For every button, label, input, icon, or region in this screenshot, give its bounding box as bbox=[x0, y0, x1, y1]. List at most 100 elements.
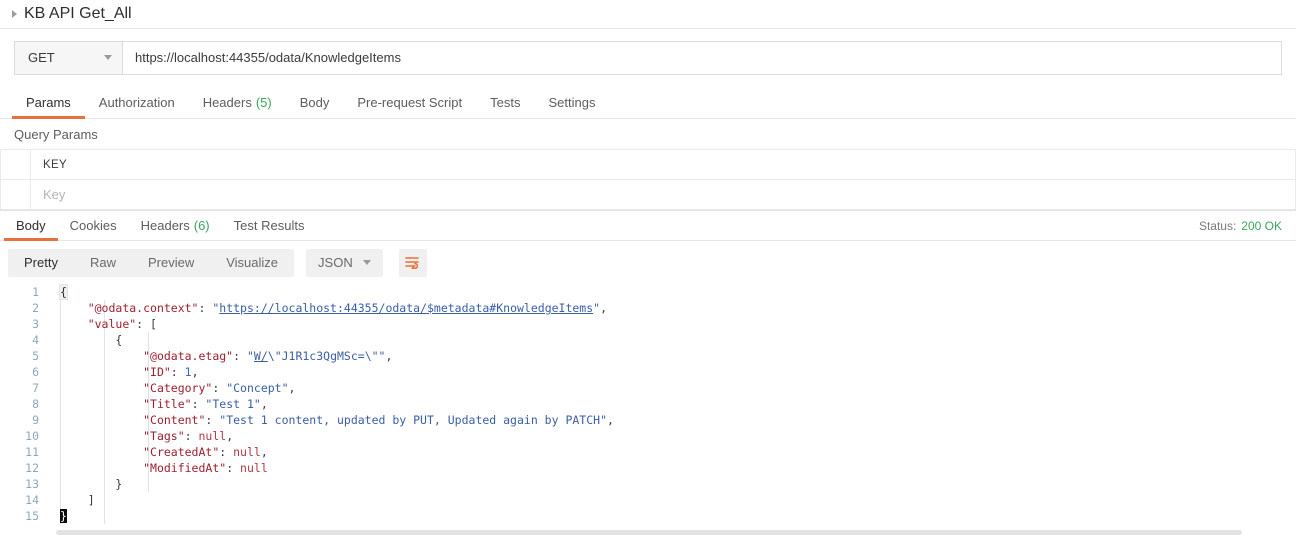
chevron-down-icon bbox=[362, 260, 371, 265]
code-token: : [ bbox=[136, 317, 157, 331]
code-token: "CreatedAt" bbox=[143, 445, 220, 459]
code-line: 10 "Tags": null, bbox=[0, 428, 1296, 444]
code-token: : bbox=[226, 461, 241, 475]
row-checkbox-cell[interactable] bbox=[0, 179, 31, 210]
response-tab-cookies[interactable]: Cookies bbox=[58, 211, 129, 240]
code-line-content: "Title": "Test 1", bbox=[48, 396, 268, 412]
param-key-input[interactable]: Key bbox=[30, 179, 1296, 210]
tab-label: Body bbox=[299, 94, 330, 110]
code-token: , bbox=[288, 381, 296, 395]
code-line-content: "Category": "Concept", bbox=[48, 380, 295, 396]
line-number: 1 bbox=[32, 285, 39, 299]
response-tabs: Body Cookies Headers (6) Test Results Status… bbox=[0, 210, 1296, 241]
tab-label: Headers bbox=[140, 218, 190, 233]
code-token: "ModifiedAt" bbox=[143, 461, 227, 475]
request-tabs: Params Authorization Headers (5) Body Pre-req… bbox=[0, 86, 1296, 119]
code-token: "Concept" bbox=[226, 381, 289, 395]
request-url-row: GET https://localhost:44355/odata/Knowle… bbox=[0, 29, 1296, 86]
code-line-content: "@odata.context": "https://localhost:443… bbox=[48, 300, 607, 316]
code-line: 5 "@odata.etag": "W/\"J1R1c3QgMSc=\"", bbox=[0, 348, 1296, 364]
select-all-cell bbox=[0, 149, 31, 180]
code-token: : bbox=[219, 445, 234, 459]
response-tab-test-results[interactable]: Test Results bbox=[222, 211, 317, 240]
code-token: null bbox=[233, 445, 261, 459]
tab-tests[interactable]: Tests bbox=[476, 86, 534, 118]
response-tab-body[interactable]: Body bbox=[4, 211, 58, 241]
language-select[interactable]: JSON bbox=[306, 248, 383, 277]
horizontal-scrollbar-thumb[interactable] bbox=[56, 530, 1242, 535]
code-token[interactable]: W/ bbox=[254, 349, 268, 363]
code-token: null bbox=[198, 429, 227, 443]
code-line-content: "CreatedAt": null, bbox=[48, 444, 268, 460]
response-tab-headers[interactable]: Headers (6) bbox=[129, 211, 222, 240]
request-url-value: https://localhost:44355/odata/KnowledgeI… bbox=[135, 50, 401, 65]
table-header-row: KEY bbox=[0, 149, 1296, 180]
response-format-toolbar: Pretty Raw Preview Visualize JSON bbox=[0, 241, 1296, 284]
tab-body[interactable]: Body bbox=[286, 86, 344, 118]
code-line: 9 "Content": "Test 1 content, updated by… bbox=[0, 412, 1296, 428]
line-number: 4 bbox=[32, 333, 39, 347]
tab-label: Pre-request Script bbox=[357, 94, 463, 110]
word-wrap-button[interactable] bbox=[398, 248, 427, 277]
code-line-content: "value": [ bbox=[48, 316, 157, 332]
code-token[interactable]: https://localhost:44355/odata/$metadata#… bbox=[219, 301, 593, 315]
code-line: 13 } bbox=[0, 476, 1296, 492]
code-token: , bbox=[226, 429, 234, 443]
code-token: : bbox=[184, 429, 199, 443]
code-token: null bbox=[240, 461, 268, 475]
code-line-content: "@odata.etag": "W/\"J1R1c3QgMSc=\"", bbox=[48, 348, 392, 364]
code-token: , bbox=[385, 349, 393, 363]
breadcrumb-label[interactable]: KB API Get_All bbox=[24, 5, 132, 23]
code-token: ] bbox=[60, 493, 95, 507]
breadcrumb: KB API Get_All bbox=[0, 0, 1296, 29]
code-line-content: { bbox=[48, 332, 122, 348]
chevron-down-icon bbox=[104, 55, 112, 60]
response-body-viewer[interactable]: 1{2 "@odata.context": "https://localhost… bbox=[0, 284, 1296, 536]
tab-authorization[interactable]: Authorization bbox=[85, 86, 189, 118]
code-token: "Title" bbox=[143, 397, 192, 411]
format-visualize[interactable]: Visualize bbox=[210, 249, 294, 277]
request-url-input[interactable]: https://localhost:44355/odata/KnowledgeI… bbox=[122, 40, 1282, 75]
code-token: , bbox=[260, 397, 268, 411]
http-method-label: GET bbox=[28, 50, 55, 65]
format-pretty[interactable]: Pretty bbox=[8, 249, 74, 277]
code-line: 1{ bbox=[0, 284, 1296, 300]
tab-settings[interactable]: Settings bbox=[534, 86, 609, 118]
code-line-content: } bbox=[48, 476, 122, 492]
code-token: "Test 1 content, updated by PUT, Updated… bbox=[219, 413, 607, 427]
line-number: 12 bbox=[25, 461, 39, 475]
tab-params[interactable]: Params bbox=[12, 86, 85, 119]
code-line-content: "Content": "Test 1 content, updated by P… bbox=[48, 412, 614, 428]
http-method-select[interactable]: GET bbox=[14, 40, 122, 75]
tab-pre-request-script[interactable]: Pre-request Script bbox=[343, 86, 476, 118]
code-token: : bbox=[191, 397, 206, 411]
code-token: : bbox=[233, 349, 247, 363]
code-token: \"J1R1c3QgMSc=\"" bbox=[267, 349, 386, 363]
code-line-content: } bbox=[48, 508, 67, 524]
code-line-content: "ModifiedAt": null bbox=[48, 460, 268, 476]
tab-headers[interactable]: Headers (5) bbox=[189, 86, 286, 118]
code-line-content: { bbox=[48, 284, 68, 300]
code-token: { bbox=[60, 333, 123, 347]
code-token: : bbox=[170, 365, 185, 379]
code-token: : bbox=[212, 381, 227, 395]
word-wrap-icon bbox=[405, 257, 420, 269]
query-params-table: KEY Key bbox=[0, 149, 1296, 210]
tab-label: Body bbox=[16, 218, 46, 233]
horizontal-scrollbar[interactable] bbox=[0, 528, 1296, 536]
format-raw[interactable]: Raw bbox=[74, 249, 132, 277]
line-number: 2 bbox=[32, 301, 39, 315]
code-token: , bbox=[260, 445, 268, 459]
line-number: 11 bbox=[25, 445, 39, 459]
code-token: , bbox=[607, 413, 614, 427]
code-token: } bbox=[60, 509, 67, 523]
tab-label: Settings bbox=[548, 94, 596, 110]
line-number: 7 bbox=[32, 381, 39, 395]
code-line-content: "Tags": null, bbox=[48, 428, 233, 444]
code-line: 7 "Category": "Concept", bbox=[0, 380, 1296, 396]
disclosure-triangle-icon[interactable] bbox=[12, 10, 17, 18]
format-preview[interactable]: Preview bbox=[132, 249, 210, 277]
